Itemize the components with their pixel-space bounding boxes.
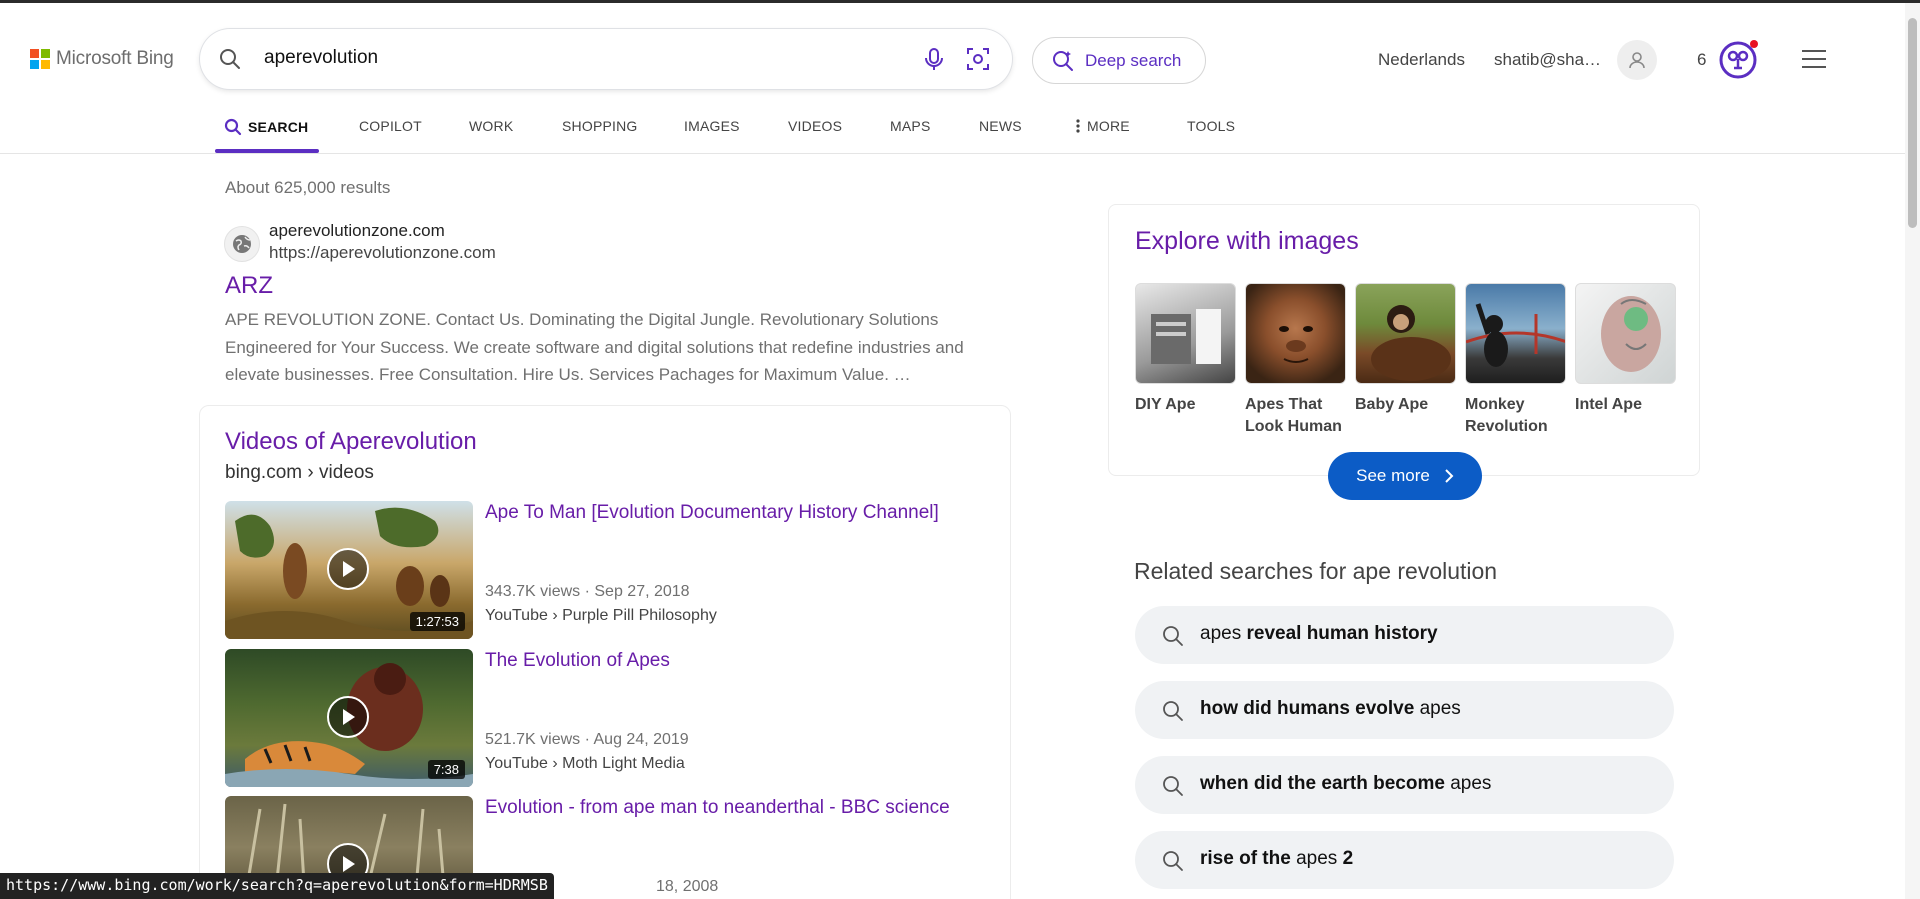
see-more-button[interactable]: See more bbox=[1328, 452, 1482, 500]
result-site-name[interactable]: aperevolutionzone.com bbox=[269, 221, 445, 241]
deep-search-button[interactable]: Deep search bbox=[1032, 37, 1206, 84]
page-scrollbar[interactable] bbox=[1905, 3, 1920, 899]
image-thumbnail bbox=[1245, 283, 1346, 384]
image-suggestion-label: DIY Ape bbox=[1135, 396, 1196, 413]
search-icon bbox=[1163, 701, 1183, 721]
video-thumbnail[interactable]: 1:27:53 bbox=[225, 501, 473, 639]
image-suggestion-label: Baby Ape bbox=[1355, 396, 1429, 413]
image-thumbnail-art bbox=[1466, 303, 1565, 367]
video-thumbnail[interactable]: 7:38 bbox=[225, 649, 473, 787]
link-status-bar: https://www.bing.com/work/search?q=apere… bbox=[0, 873, 554, 899]
image-suggestion[interactable]: Apes That Look Human bbox=[1245, 283, 1346, 438]
microsoft-logo-icon bbox=[30, 49, 50, 69]
play-icon bbox=[327, 696, 369, 738]
tab-copilot[interactable]: COPILOT bbox=[359, 118, 422, 134]
search-icon bbox=[1163, 626, 1183, 646]
image-thumbnail-art bbox=[1279, 326, 1313, 363]
video-source: YouTube › Purple Pill Philosophy bbox=[485, 607, 717, 624]
language-link[interactable]: Nederlands bbox=[1378, 50, 1465, 70]
related-search-text: rise of the apes 2 bbox=[1200, 848, 1354, 869]
user-account[interactable]: shatib@sha… bbox=[1494, 50, 1601, 70]
microphone-icon[interactable] bbox=[920, 45, 948, 73]
chevron-right-icon bbox=[1445, 469, 1454, 483]
search-icon bbox=[1163, 776, 1183, 796]
tab-shopping[interactable]: SHOPPING bbox=[562, 118, 638, 134]
image-thumbnail-art bbox=[1371, 305, 1451, 381]
image-suggestion-label: Apes That Look Human bbox=[1245, 396, 1342, 435]
video-title-link[interactable]: Ape To Man [Evolution Documentary Histor… bbox=[485, 499, 985, 527]
result-url[interactable]: https://aperevolutionzone.com bbox=[269, 243, 496, 263]
play-icon bbox=[327, 548, 369, 590]
search-icon bbox=[1163, 851, 1183, 871]
top-border bbox=[0, 0, 1920, 3]
image-suggestion[interactable]: Intel Ape bbox=[1575, 283, 1676, 416]
search-input[interactable]: aperevolution bbox=[264, 47, 378, 69]
image-suggestion[interactable]: Baby Ape bbox=[1355, 283, 1456, 416]
tab-search[interactable]: SEARCH bbox=[224, 118, 308, 136]
related-search-item[interactable]: apes reveal human history bbox=[1135, 606, 1674, 664]
image-suggestion[interactable]: DIY Ape bbox=[1135, 283, 1236, 416]
site-favicon[interactable] bbox=[224, 226, 260, 262]
bing-logo[interactable]: Microsoft Bing bbox=[30, 48, 174, 70]
video-meta: 521.7K views · Aug 24, 2019 bbox=[485, 731, 689, 748]
video-duration: 1:27:53 bbox=[409, 612, 465, 631]
deep-search-icon bbox=[1053, 50, 1073, 71]
related-searches-title: Related searches for ape revolution bbox=[1134, 558, 1498, 584]
rewards-trophy-icon[interactable] bbox=[1718, 40, 1758, 80]
related-search-text: when did the earth become apes bbox=[1200, 773, 1492, 794]
image-thumbnail bbox=[1135, 283, 1236, 384]
image-suggestion[interactable]: Monkey Revolution bbox=[1465, 283, 1566, 438]
more-vertical-icon bbox=[1076, 119, 1080, 133]
tab-work[interactable]: WORK bbox=[469, 118, 513, 134]
video-title-link[interactable]: The Evolution of Apes bbox=[485, 647, 985, 675]
tab-tools[interactable]: TOOLS bbox=[1187, 118, 1235, 134]
related-search-text: apes reveal human history bbox=[1200, 623, 1438, 644]
visual-search-icon[interactable] bbox=[964, 45, 992, 73]
globe-icon bbox=[233, 235, 251, 253]
tab-news[interactable]: NEWS bbox=[979, 118, 1022, 134]
tab-images[interactable]: IMAGES bbox=[684, 118, 740, 134]
results-count: About 625,000 results bbox=[225, 178, 391, 197]
user-icon bbox=[1629, 52, 1645, 69]
videos-card-breadcrumb: bing.com › videos bbox=[225, 462, 374, 483]
tab-maps[interactable]: MAPS bbox=[890, 118, 930, 134]
explore-images-title[interactable]: Explore with images bbox=[1135, 227, 1359, 256]
image-thumbnail bbox=[1575, 283, 1676, 384]
result-title-link[interactable]: ARZ bbox=[225, 272, 273, 300]
search-box[interactable]: aperevolution bbox=[200, 29, 1012, 89]
related-search-item[interactable]: rise of the apes 2 bbox=[1135, 831, 1674, 889]
tab-more[interactable]: MORE bbox=[1075, 118, 1130, 134]
image-suggestion-label: Monkey Revolution bbox=[1465, 396, 1548, 435]
image-thumbnail-art bbox=[1601, 296, 1661, 372]
search-nav: SEARCH COPILOT WORK SHOPPING IMAGES VIDE… bbox=[0, 110, 1906, 154]
scrollbar-thumb[interactable] bbox=[1908, 18, 1917, 228]
video-duration: 7:38 bbox=[427, 760, 465, 779]
hamburger-menu-icon[interactable] bbox=[1800, 48, 1828, 70]
related-search-item[interactable]: how did humans evolve apes bbox=[1135, 681, 1674, 739]
avatar[interactable] bbox=[1617, 40, 1657, 80]
image-thumbnail bbox=[1465, 283, 1566, 384]
image-suggestion-label: Intel Ape bbox=[1575, 396, 1642, 413]
video-meta: 343.7K views · Sep 27, 2018 bbox=[485, 583, 690, 600]
search-icon[interactable] bbox=[218, 47, 242, 71]
result-snippet: APE REVOLUTION ZONE. Contact Us. Dominat… bbox=[225, 310, 964, 384]
search-icon bbox=[224, 118, 242, 136]
video-title-link[interactable]: Evolution - from ape man to neanderthal … bbox=[485, 794, 965, 822]
see-more-label: See more bbox=[1356, 466, 1430, 485]
video-source: YouTube › Moth Light Media bbox=[485, 755, 685, 772]
related-search-item[interactable]: when did the earth become apes bbox=[1135, 756, 1674, 814]
rewards-points[interactable]: 6 bbox=[1697, 50, 1706, 70]
tab-videos[interactable]: VIDEOS bbox=[788, 118, 842, 134]
explore-images-card: Explore with images DIY Ape Apes That Lo… bbox=[1108, 204, 1700, 476]
image-thumbnail bbox=[1355, 283, 1456, 384]
logo-text: Microsoft Bing bbox=[56, 48, 174, 69]
active-tab-indicator bbox=[215, 149, 319, 153]
related-search-text: how did humans evolve apes bbox=[1200, 698, 1461, 719]
videos-card-title[interactable]: Videos of Aperevolution bbox=[225, 428, 477, 456]
deep-search-label: Deep search bbox=[1085, 50, 1182, 70]
video-meta: 18, 2008 bbox=[656, 878, 719, 895]
image-thumbnail-art bbox=[1151, 309, 1221, 364]
